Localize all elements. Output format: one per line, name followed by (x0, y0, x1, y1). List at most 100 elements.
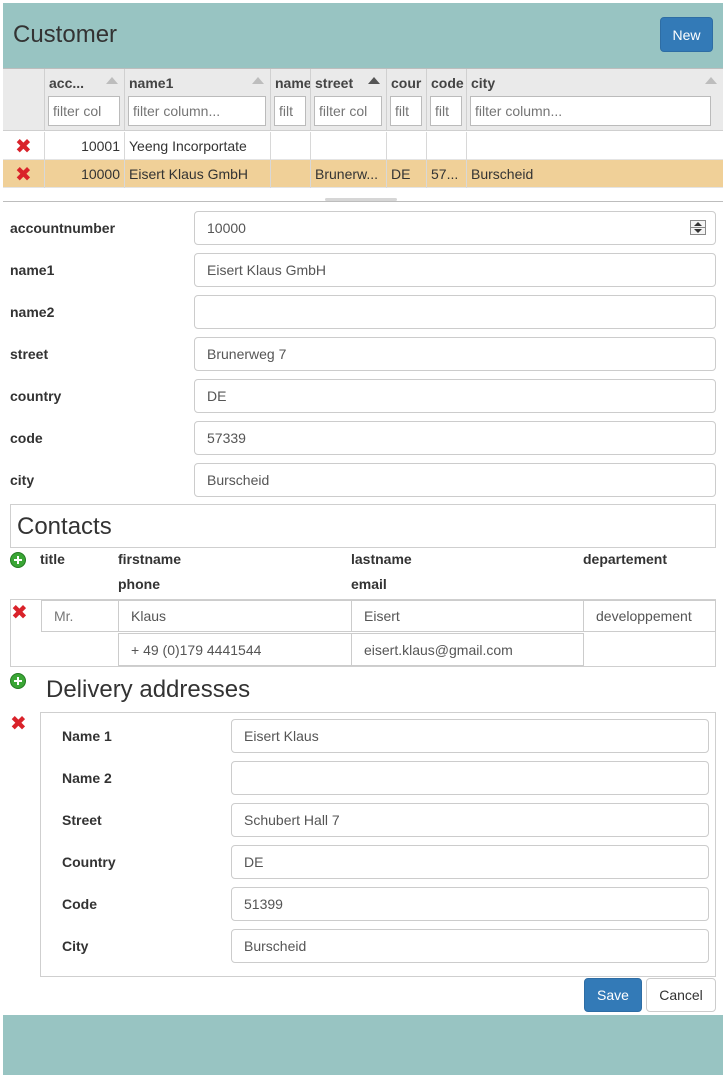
delivery-street-field[interactable] (231, 803, 709, 837)
column-header-street[interactable]: street (310, 69, 386, 131)
column-header-code[interactable]: code (426, 69, 466, 131)
customer-detail-panel: accountnumber name1 name2 street country… (3, 201, 723, 1015)
grid-header-selector (3, 69, 44, 131)
column-label: acc... (49, 75, 85, 91)
cell-street (310, 132, 386, 160)
cell-accountnumber: 10000 (44, 160, 124, 188)
country-label: country (10, 388, 62, 404)
name1-label: name1 (10, 262, 55, 278)
customer-grid: acc... name1 name street cour (3, 68, 723, 201)
street-label: street (10, 346, 49, 362)
contact-title-field[interactable] (41, 600, 119, 632)
filter-input-city[interactable] (470, 96, 711, 126)
cell-city: Burscheid (466, 160, 723, 188)
accountnumber-label: accountnumber (10, 220, 116, 236)
filter-input-name2[interactable] (274, 96, 306, 126)
column-label: name (275, 75, 310, 91)
column-header-country[interactable]: cour (386, 69, 426, 131)
delete-delivery-address-x-icon[interactable]: ✖ (10, 713, 27, 733)
accountnumber-wrapper (194, 211, 716, 245)
column-header-name2[interactable]: name (270, 69, 310, 131)
name2-label: name2 (10, 304, 55, 320)
cell-name1: Yeeng Incorportate (124, 132, 270, 160)
page-title: Customer (13, 21, 118, 48)
cell-city (466, 132, 723, 160)
contact-header-lastname: lastname (351, 551, 412, 567)
code-field[interactable] (194, 421, 716, 455)
cell-street: Brunerw... (310, 160, 386, 188)
column-header-city[interactable]: city (466, 69, 723, 131)
header: Customer New (3, 3, 723, 68)
delivery-name2-field[interactable] (231, 761, 709, 795)
contact-header-firstname: firstname (118, 551, 182, 567)
contact-header-departement: departement (583, 551, 668, 567)
grid-header: acc... name1 name street cour (3, 69, 723, 131)
contact-departement-field[interactable] (583, 600, 716, 632)
delivery-name2-label: Name 2 (62, 770, 112, 786)
number-spinner-icon[interactable] (690, 220, 706, 235)
cell-country (386, 132, 426, 160)
add-contact-icon[interactable] (10, 552, 26, 568)
delivery-name1-field[interactable] (231, 719, 709, 753)
app-frame: Customer New acc... name1 name street (3, 3, 723, 1075)
cell-country: DE (386, 160, 426, 188)
code-label: code (10, 430, 43, 446)
delivery-addresses-title: Delivery addresses (46, 676, 251, 703)
cell-name2 (270, 132, 310, 160)
street-field[interactable] (194, 337, 716, 371)
delivery-name1-label: Name 1 (62, 728, 112, 744)
column-label: code (431, 75, 464, 91)
filter-input-street[interactable] (314, 96, 382, 126)
contact-header-email: email (351, 576, 387, 592)
sort-caret-icon[interactable] (252, 77, 264, 84)
contact-header-title: title (40, 551, 65, 567)
sort-caret-icon[interactable] (705, 77, 717, 84)
delete-x-icon[interactable]: ✖ (15, 164, 32, 184)
new-button[interactable]: New (660, 17, 713, 52)
contacts-header-box: Contacts (10, 504, 716, 548)
filter-input-name1[interactable] (128, 96, 266, 126)
contact-firstname-field[interactable] (118, 600, 352, 632)
save-button[interactable]: Save (584, 978, 642, 1012)
column-header-name1[interactable]: name1 (124, 69, 270, 131)
column-label: street (315, 75, 354, 91)
sort-caret-icon[interactable] (368, 77, 380, 84)
filter-input-code[interactable] (430, 96, 462, 126)
filter-input-accountnumber[interactable] (48, 96, 120, 126)
accountnumber-field[interactable] (194, 211, 716, 245)
cell-name1: Eisert Klaus GmbH (124, 160, 270, 188)
contacts-title: Contacts (17, 513, 112, 540)
delivery-address-box: Name 1 Name 2 Street Country Code City (40, 712, 716, 977)
city-label: city (10, 472, 35, 488)
table-row[interactable]: ✖ 10001 Yeeng Incorportate (3, 132, 723, 160)
table-row-selected[interactable]: ✖ 10000 Eisert Klaus GmbH Brunerw... DE … (3, 160, 723, 188)
delete-contact-x-icon[interactable]: ✖ (11, 602, 28, 622)
contact-lastname-field[interactable] (351, 600, 584, 632)
delivery-street-label: Street (62, 812, 102, 828)
cell-code (426, 132, 466, 160)
sort-caret-icon[interactable] (106, 77, 118, 84)
delete-x-icon[interactable]: ✖ (15, 136, 32, 156)
add-delivery-address-icon[interactable] (10, 673, 26, 689)
contact-header-phone: phone (118, 576, 160, 592)
contact-phone-field[interactable] (118, 633, 352, 666)
city-field[interactable] (194, 463, 716, 497)
delivery-code-label: Code (62, 896, 97, 912)
delivery-country-label: Country (62, 854, 116, 870)
country-field[interactable] (194, 379, 716, 413)
delivery-city-field[interactable] (231, 929, 709, 963)
column-header-accountnumber[interactable]: acc... (44, 69, 124, 131)
name1-field[interactable] (194, 253, 716, 287)
delivery-city-label: City (62, 938, 89, 954)
column-label: name1 (129, 75, 174, 91)
filter-input-country[interactable] (390, 96, 422, 126)
delivery-country-field[interactable] (231, 845, 709, 879)
contact-email-field[interactable] (351, 633, 584, 666)
cell-name2 (270, 160, 310, 188)
column-label: cour (391, 75, 422, 91)
column-label: city (471, 75, 496, 91)
cell-code: 57... (426, 160, 466, 188)
name2-field[interactable] (194, 295, 716, 329)
cancel-button[interactable]: Cancel (646, 978, 716, 1012)
delivery-code-field[interactable] (231, 887, 709, 921)
